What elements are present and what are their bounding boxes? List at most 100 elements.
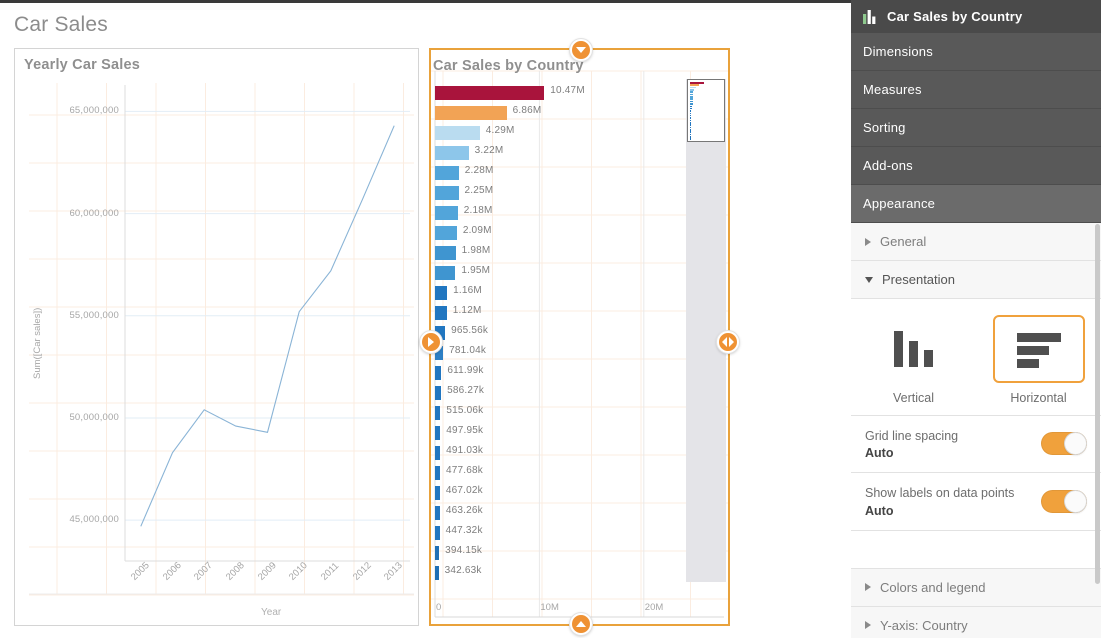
bar-chart-row[interactable]: 6.86M [435,103,724,123]
minimap-bar [690,89,695,91]
bar-segment[interactable] [435,206,458,220]
bar-segment[interactable] [435,126,480,140]
bar-segment[interactable] [435,526,440,540]
bar-segment[interactable] [435,406,441,420]
panel-subsection-y-axis-country[interactable]: Y-axis: Country [851,606,1101,638]
panel-section-sorting[interactable]: Sorting [851,109,1101,147]
bar-data-label: 2.18M [463,205,493,216]
resize-handle-top[interactable] [570,39,592,61]
bar-chart-row[interactable]: 1.98M [435,243,724,263]
bar-segment[interactable] [435,386,442,400]
chevron-up-icon [576,621,586,627]
panel-subsection-label: Presentation [882,272,955,287]
bar-segment[interactable] [435,286,448,300]
vertical-bars-icon [868,315,960,383]
bar-chart-row[interactable]: 2.25M [435,183,724,203]
bar-chart-row[interactable]: 491.03k [435,443,724,463]
bar-segment[interactable] [435,366,442,380]
bar-chart-inner: Car Sales by Country 10.47M 6.86M 4.29M 3.2… [431,50,728,624]
minimap-bar [690,129,691,131]
bar-segment[interactable] [435,106,507,120]
bar-segment[interactable] [435,246,456,260]
show-labels-value: Auto [865,503,894,518]
chevron-right-icon [428,337,434,347]
resize-handle-bottom[interactable] [570,613,592,635]
panel-header-title: Car Sales by Country [887,9,1023,24]
panel-subsection-colors-and-legend[interactable]: Colors and legend [851,568,1101,607]
show-labels-toggle[interactable] [1041,489,1087,513]
bar-chart-row[interactable]: 342.63k [435,563,724,583]
bar-chart-row[interactable]: 467.02k [435,483,724,503]
bar-data-label: 497.95k [446,425,484,436]
bar-segment[interactable] [435,166,459,180]
minimap-bar [690,98,693,101]
panel-scrollbar[interactable] [1095,224,1100,584]
bar-chart-minimap[interactable] [687,79,725,142]
panel-section-appearance[interactable]: Appearance [851,185,1101,223]
bar-segment[interactable] [435,186,459,200]
bar-chart-row[interactable]: 394.15k [435,543,724,563]
bar-chart-title: Car Sales by Country [433,58,584,74]
chart-object-yearly-car-sales[interactable]: Yearly Car Sales Sum([Car sales]) Year 6… [14,48,419,626]
minimap-bar [690,133,691,136]
bar-segment[interactable] [435,446,441,460]
line-ytick-label: 45,000,000 [69,514,119,526]
bar-data-label: 2.25M [464,185,494,196]
bar-segment[interactable] [435,426,441,440]
bar-data-label: 3.22M [474,145,504,156]
panel-subsection-presentation[interactable]: Presentation [851,261,1101,299]
bar-chart-row[interactable]: 2.18M [435,203,724,223]
bar-chart-row[interactable]: 781.04k [435,343,724,363]
bar-segment[interactable] [435,226,457,240]
bar-chart-row[interactable]: 1.12M [435,303,724,323]
orientation-option-horizontal[interactable]: Horizontal [976,315,1101,405]
bar-segment[interactable] [435,86,545,100]
resize-handle-right[interactable] [717,331,739,353]
bar-chart-row[interactable]: 515.06k [435,403,724,423]
panel-section-label: Add-ons [863,158,913,173]
chart-object-car-sales-by-country[interactable]: Car Sales by Country 10.47M 6.86M 4.29M 3.2… [420,39,739,635]
bar-segment[interactable] [435,486,440,500]
panel-section-measures[interactable]: Measures [851,71,1101,109]
bar-chart-row[interactable]: 4.29M [435,123,724,143]
bar-segment[interactable] [435,306,447,320]
bar-chart-row[interactable]: 3.22M [435,143,724,163]
bar-chart-row[interactable]: 2.28M [435,163,724,183]
minimap-bar [690,93,694,96]
bar-segment[interactable] [435,466,440,480]
panel-section-add-ons[interactable]: Add-ons [851,147,1101,185]
sheet-title: Car Sales [14,13,109,36]
bar-chart-row[interactable]: 497.95k [435,423,724,443]
bar-chart-row[interactable]: 447.32k [435,523,724,543]
bar-chart-row[interactable]: 463.26k [435,503,724,523]
bar-data-label: 342.63k [444,565,482,576]
panel-spacer [851,530,1101,569]
bar-chart-row[interactable]: 1.16M [435,283,724,303]
bar-data-label: 965.56k [451,325,489,336]
bar-segment[interactable] [435,546,440,560]
setting-grid-line-spacing: Grid line spacing Auto [851,416,1101,474]
bar-chart-row[interactable]: 1.95M [435,263,724,283]
bar-data-label: 781.04k [449,345,487,356]
bar-data-label: 611.99k [447,365,484,376]
bar-segment[interactable] [435,566,439,580]
bar-data-label: 515.06k [446,405,484,416]
grid-line-spacing-toggle[interactable] [1041,432,1087,456]
bar-chart-row[interactable]: 611.99k [435,363,724,383]
bar-data-label: 447.32k [445,525,483,536]
minimap-bar [690,136,691,138]
panel-subsection-general[interactable]: General [851,223,1101,261]
panel-section-dimensions[interactable]: Dimensions [851,33,1101,71]
orientation-label-vertical: Vertical [893,391,934,405]
bar-chart-row[interactable]: 2.09M [435,223,724,243]
bar-segment[interactable] [435,266,456,280]
bar-chart-vertical-scrollbar[interactable] [686,79,726,582]
bar-chart-row[interactable]: 477.68k [435,463,724,483]
bar-chart-row[interactable]: 965.56k [435,323,724,343]
bar-chart-row[interactable]: 586.27k [435,383,724,403]
bar-segment[interactable] [435,146,469,160]
resize-handle-left[interactable] [420,331,442,353]
bar-chart-row[interactable]: 10.47M [435,83,724,103]
bar-segment[interactable] [435,506,440,520]
orientation-option-vertical[interactable]: Vertical [851,315,976,405]
